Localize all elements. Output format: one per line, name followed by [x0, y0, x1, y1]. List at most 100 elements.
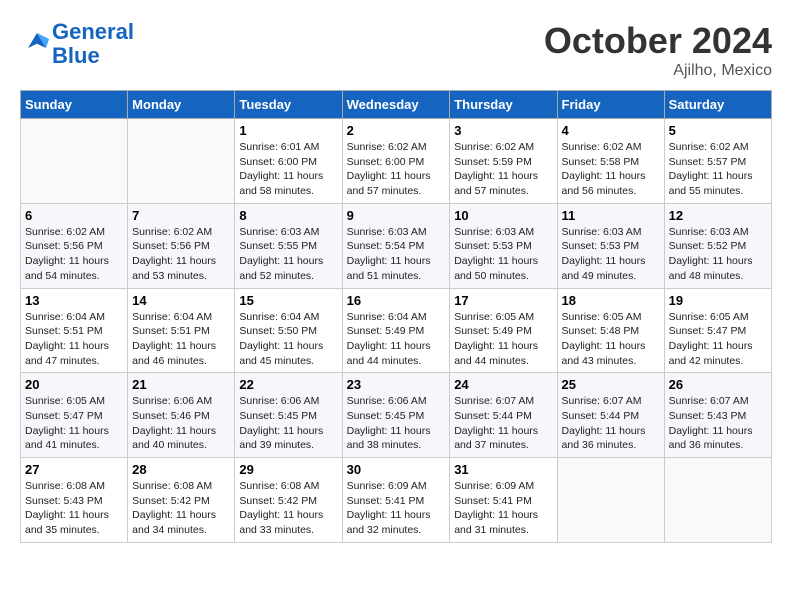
day-number: 7 — [132, 208, 230, 223]
header-saturday: Saturday — [664, 91, 771, 119]
day-info: Sunrise: 6:02 AMSunset: 5:59 PMDaylight:… — [454, 140, 552, 199]
day-cell: 28Sunrise: 6:08 AMSunset: 5:42 PMDayligh… — [128, 458, 235, 543]
day-number: 9 — [347, 208, 446, 223]
day-number: 30 — [347, 462, 446, 477]
day-info: Sunrise: 6:02 AMSunset: 5:57 PMDaylight:… — [669, 140, 767, 199]
week-row-1: 1 Sunrise: 6:01 AMSunset: 6:00 PMDaylight… — [21, 119, 772, 204]
day-cell: 22 Sunrise: 6:06 AMSunset: 5:45 PMDayligh… — [235, 373, 342, 458]
day-cell: 16 Sunrise: 6:04 AMSunset: 5:49 PMDayligh… — [342, 288, 450, 373]
day-cell — [128, 119, 235, 204]
day-info: Sunrise: 6:05 AMSunset: 5:48 PMDaylight:… — [562, 310, 660, 369]
day-info: Sunrise: 6:02 AMSunset: 5:58 PMDaylight:… — [562, 140, 660, 199]
week-row-4: 20 Sunrise: 6:05 AMSunset: 5:47 PMDayligh… — [21, 373, 772, 458]
day-info: Sunrise: 6:03 AMSunset: 5:54 PMDaylight:… — [347, 225, 446, 284]
day-cell: 3Sunrise: 6:02 AMSunset: 5:59 PMDaylight… — [450, 119, 557, 204]
location: Ajilho, Mexico — [544, 62, 772, 80]
header-thursday: Thursday — [450, 91, 557, 119]
day-cell: 23 Sunrise: 6:06 AMSunset: 5:45 PMDayligh… — [342, 373, 450, 458]
day-cell: 11 Sunrise: 6:03 AMSunset: 5:53 PMDayligh… — [557, 203, 664, 288]
day-info: Sunrise: 6:01 AMSunset: 6:00 PMDaylight:… — [239, 140, 337, 199]
day-cell: 30 Sunrise: 6:09 AMSunset: 5:41 PMDayligh… — [342, 458, 450, 543]
day-number: 20 — [25, 377, 123, 392]
day-cell: 1 Sunrise: 6:01 AMSunset: 6:00 PMDaylight… — [235, 119, 342, 204]
day-info: Sunrise: 6:03 AMSunset: 5:53 PMDaylight:… — [562, 225, 660, 284]
header-wednesday: Wednesday — [342, 91, 450, 119]
day-number: 6 — [25, 208, 123, 223]
header-monday: Monday — [128, 91, 235, 119]
day-info: Sunrise: 6:04 AMSunset: 5:50 PMDaylight:… — [239, 310, 337, 369]
day-cell: 26 Sunrise: 6:07 AMSunset: 5:43 PMDayligh… — [664, 373, 771, 458]
day-number: 15 — [239, 293, 337, 308]
calendar-header-row: SundayMondayTuesdayWednesdayThursdayFrid… — [21, 91, 772, 119]
day-cell — [664, 458, 771, 543]
day-number: 21 — [132, 377, 230, 392]
day-info: Sunrise: 6:03 AMSunset: 5:55 PMDaylight:… — [239, 225, 337, 284]
month-title: October 2024 — [544, 20, 772, 62]
calendar-table: SundayMondayTuesdayWednesdayThursdayFrid… — [20, 90, 772, 543]
day-number: 8 — [239, 208, 337, 223]
day-info: Sunrise: 6:07 AMSunset: 5:44 PMDaylight:… — [562, 394, 660, 453]
day-cell: 19 Sunrise: 6:05 AMSunset: 5:47 PMDayligh… — [664, 288, 771, 373]
day-info: Sunrise: 6:02 AMSunset: 5:56 PMDaylight:… — [25, 225, 123, 284]
day-cell: 7 Sunrise: 6:02 AMSunset: 5:56 PMDaylight… — [128, 203, 235, 288]
week-row-2: 6 Sunrise: 6:02 AMSunset: 5:56 PMDaylight… — [21, 203, 772, 288]
day-cell: 13Sunrise: 6:04 AMSunset: 5:51 PMDayligh… — [21, 288, 128, 373]
day-number: 24 — [454, 377, 552, 392]
day-info: Sunrise: 6:06 AMSunset: 5:46 PMDaylight:… — [132, 394, 230, 453]
day-number: 10 — [454, 208, 552, 223]
day-info: Sunrise: 6:03 AMSunset: 5:52 PMDaylight:… — [669, 225, 767, 284]
day-number: 29 — [239, 462, 337, 477]
week-row-5: 27 Sunrise: 6:08 AMSunset: 5:43 PMDayligh… — [21, 458, 772, 543]
day-number: 14 — [132, 293, 230, 308]
page-header: General Blue October 2024 Ajilho, Mexico — [20, 20, 772, 80]
day-info: Sunrise: 6:05 AMSunset: 5:47 PMDaylight:… — [669, 310, 767, 369]
day-cell: 27 Sunrise: 6:08 AMSunset: 5:43 PMDayligh… — [21, 458, 128, 543]
day-info: Sunrise: 6:04 AMSunset: 5:51 PMDaylight:… — [25, 310, 123, 369]
day-cell: 17 Sunrise: 6:05 AMSunset: 5:49 PMDayligh… — [450, 288, 557, 373]
day-info: Sunrise: 6:05 AMSunset: 5:49 PMDaylight:… — [454, 310, 552, 369]
day-number: 27 — [25, 462, 123, 477]
day-cell: 15 Sunrise: 6:04 AMSunset: 5:50 PMDayligh… — [235, 288, 342, 373]
logo-text-line1: General — [52, 20, 134, 44]
day-info: Sunrise: 6:07 AMSunset: 5:43 PMDaylight:… — [669, 394, 767, 453]
day-info: Sunrise: 6:04 AMSunset: 5:49 PMDaylight:… — [347, 310, 446, 369]
day-number: 11 — [562, 208, 660, 223]
day-cell: 8 Sunrise: 6:03 AMSunset: 5:55 PMDaylight… — [235, 203, 342, 288]
day-number: 17 — [454, 293, 552, 308]
day-info: Sunrise: 6:05 AMSunset: 5:47 PMDaylight:… — [25, 394, 123, 453]
day-number: 23 — [347, 377, 446, 392]
day-number: 26 — [669, 377, 767, 392]
logo-text-line2: Blue — [52, 44, 134, 68]
day-info: Sunrise: 6:08 AMSunset: 5:42 PMDaylight:… — [239, 479, 337, 538]
day-info: Sunrise: 6:09 AMSunset: 5:41 PMDaylight:… — [347, 479, 446, 538]
day-cell — [21, 119, 128, 204]
day-number: 25 — [562, 377, 660, 392]
day-number: 4 — [562, 123, 660, 138]
day-number: 18 — [562, 293, 660, 308]
day-info: Sunrise: 6:08 AMSunset: 5:43 PMDaylight:… — [25, 479, 123, 538]
day-info: Sunrise: 6:03 AMSunset: 5:53 PMDaylight:… — [454, 225, 552, 284]
day-info: Sunrise: 6:08 AMSunset: 5:42 PMDaylight:… — [132, 479, 230, 538]
day-info: Sunrise: 6:02 AMSunset: 5:56 PMDaylight:… — [132, 225, 230, 284]
title-block: October 2024 Ajilho, Mexico — [544, 20, 772, 80]
day-cell: 5Sunrise: 6:02 AMSunset: 5:57 PMDaylight… — [664, 119, 771, 204]
day-info: Sunrise: 6:06 AMSunset: 5:45 PMDaylight:… — [239, 394, 337, 453]
day-number: 1 — [239, 123, 337, 138]
week-row-3: 13Sunrise: 6:04 AMSunset: 5:51 PMDayligh… — [21, 288, 772, 373]
day-cell: 21 Sunrise: 6:06 AMSunset: 5:46 PMDayligh… — [128, 373, 235, 458]
day-info: Sunrise: 6:09 AMSunset: 5:41 PMDaylight:… — [454, 479, 552, 538]
day-cell: 14Sunrise: 6:04 AMSunset: 5:51 PMDayligh… — [128, 288, 235, 373]
day-number: 19 — [669, 293, 767, 308]
day-number: 16 — [347, 293, 446, 308]
logo-icon — [22, 27, 52, 57]
day-number: 31 — [454, 462, 552, 477]
day-cell: 12Sunrise: 6:03 AMSunset: 5:52 PMDayligh… — [664, 203, 771, 288]
header-sunday: Sunday — [21, 91, 128, 119]
day-number: 22 — [239, 377, 337, 392]
header-tuesday: Tuesday — [235, 91, 342, 119]
day-cell: 6 Sunrise: 6:02 AMSunset: 5:56 PMDaylight… — [21, 203, 128, 288]
day-info: Sunrise: 6:06 AMSunset: 5:45 PMDaylight:… — [347, 394, 446, 453]
day-cell: 25 Sunrise: 6:07 AMSunset: 5:44 PMDayligh… — [557, 373, 664, 458]
day-cell: 10 Sunrise: 6:03 AMSunset: 5:53 PMDayligh… — [450, 203, 557, 288]
day-info: Sunrise: 6:07 AMSunset: 5:44 PMDaylight:… — [454, 394, 552, 453]
